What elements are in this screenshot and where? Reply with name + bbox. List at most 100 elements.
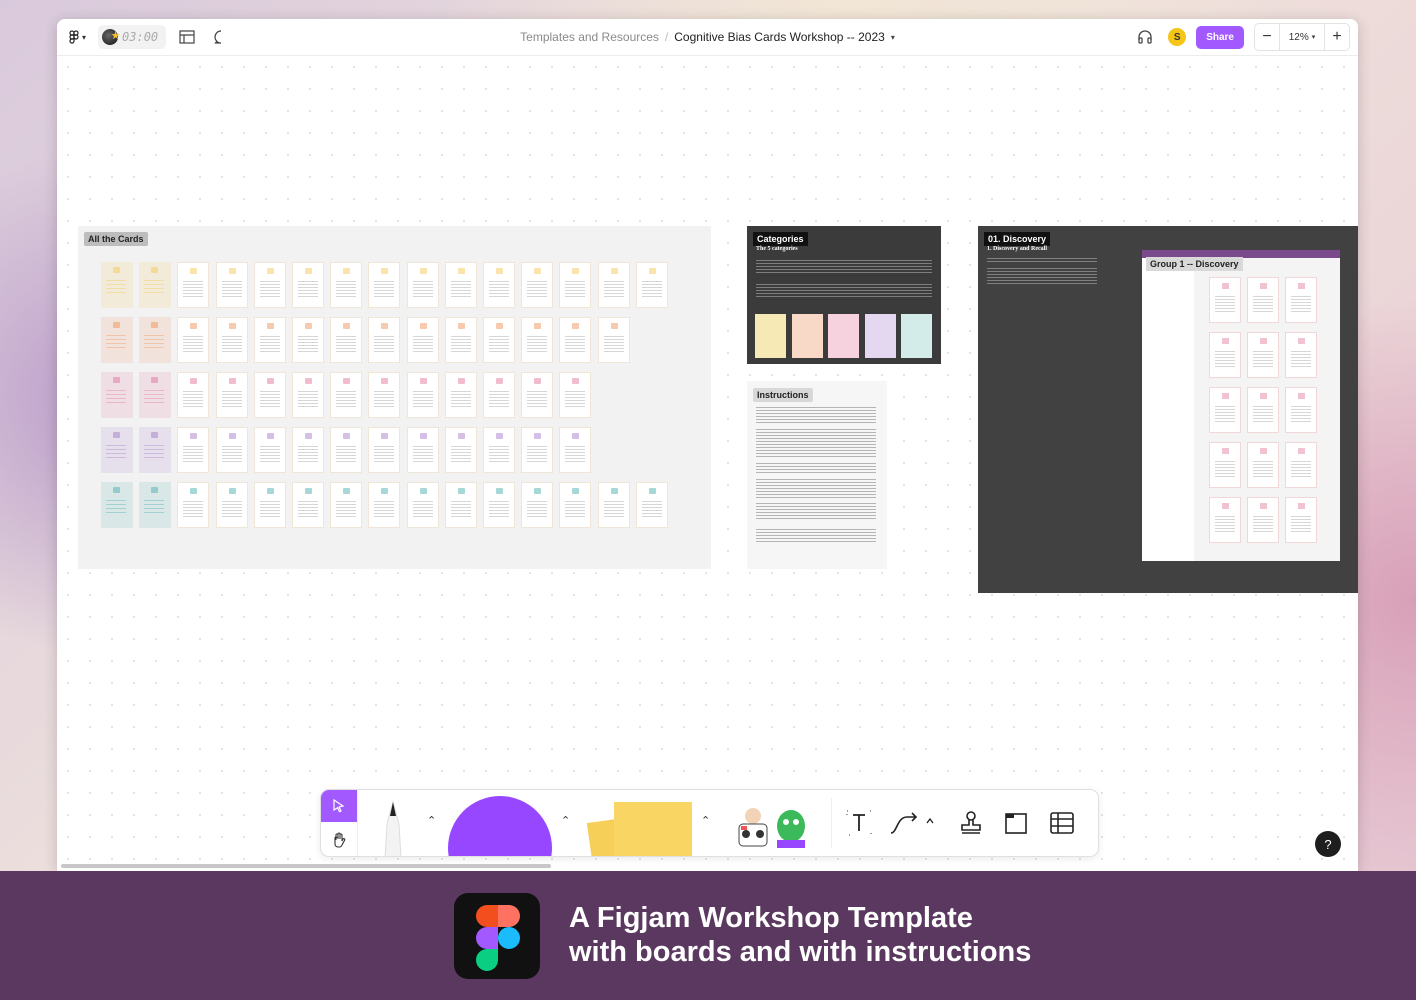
bias-card[interactable] [483,372,515,418]
breadcrumb-parent[interactable]: Templates and Resources [520,30,659,44]
group-board[interactable]: Group 1 -- Discovery [1142,250,1340,561]
bias-card[interactable] [177,482,210,528]
bias-card[interactable] [330,262,363,308]
bias-card[interactable] [521,262,554,308]
bias-card[interactable] [292,372,324,418]
discovery-card[interactable] [1209,277,1241,323]
headphones-icon[interactable] [1132,24,1158,50]
horizontal-scrollbar[interactable] [61,864,551,868]
bias-card[interactable] [559,317,592,363]
select-tool[interactable] [321,790,357,822]
canvas[interactable]: All the Cards Categories The 5 categorie… [57,56,1358,871]
bias-card[interactable] [368,427,401,473]
bias-card[interactable] [483,262,515,308]
bias-card[interactable] [330,427,363,473]
bias-card[interactable] [368,262,401,308]
zoom-out-button[interactable]: − [1255,24,1279,50]
help-button[interactable]: ? [1315,831,1341,857]
bias-card[interactable] [215,482,248,528]
discovery-card[interactable] [1285,332,1317,378]
bias-card[interactable] [483,317,515,363]
text-tool[interactable] [843,807,875,839]
bias-card[interactable] [406,317,439,363]
category-card[interactable] [901,314,932,358]
category-card[interactable] [101,262,133,308]
table-tool[interactable] [1046,807,1078,839]
bias-card[interactable] [444,317,477,363]
bias-card[interactable] [483,482,515,528]
bias-card[interactable] [253,372,286,418]
bias-card[interactable] [597,317,630,363]
bias-card[interactable] [559,427,592,473]
hand-tool[interactable] [321,823,357,856]
bias-card[interactable] [368,482,401,528]
bias-card[interactable] [253,482,286,528]
bias-card[interactable] [253,262,286,308]
bias-card[interactable] [292,427,324,473]
bias-card[interactable] [292,482,324,528]
connector-tool[interactable] [887,807,941,839]
category-card[interactable] [864,314,896,358]
bias-card[interactable] [444,372,477,418]
bias-card[interactable] [215,427,248,473]
category-card[interactable] [791,314,823,358]
main-menu-button[interactable]: ▾ [65,26,90,48]
bias-card[interactable] [177,427,210,473]
discovery-card[interactable] [1285,497,1317,543]
bias-card[interactable] [177,262,210,308]
discovery-card[interactable] [1247,442,1279,488]
bias-card[interactable] [406,427,439,473]
chevron-up-icon[interactable]: ⌃ [561,814,570,827]
bias-card[interactable] [444,262,477,308]
section-label[interactable]: Categories [753,232,808,246]
bias-card[interactable] [292,317,324,363]
group-label[interactable]: Group 1 -- Discovery [1146,257,1243,271]
layout-icon[interactable] [174,24,200,50]
category-card[interactable] [139,262,172,308]
bias-card[interactable] [368,317,401,363]
section-discovery[interactable]: 01. Discovery 1. Discovery and Recall Gr… [978,226,1358,593]
bias-card[interactable] [215,372,248,418]
bias-card[interactable] [597,262,630,308]
file-name[interactable]: Cognitive Bias Cards Workshop -- 2023 [674,30,885,44]
zoom-in-button[interactable]: + [1325,24,1349,50]
bias-card[interactable] [406,372,439,418]
stickers-tool[interactable] [733,802,813,856]
bias-card[interactable] [444,482,477,528]
zoom-level-dropdown[interactable]: 12% ▾ [1279,24,1325,50]
bias-card[interactable] [177,317,210,363]
section-label[interactable]: All the Cards [84,232,148,246]
discovery-card[interactable] [1209,497,1241,543]
discovery-card[interactable] [1247,387,1279,433]
stamp-tool[interactable] [955,807,987,839]
bias-card[interactable] [253,427,286,473]
category-card[interactable] [755,314,786,358]
category-card[interactable] [101,427,133,473]
discovery-card[interactable] [1247,497,1279,543]
comment-icon[interactable] [208,24,234,50]
pen-tool[interactable] [373,798,413,856]
discovery-card[interactable] [1285,387,1317,433]
chevron-up-icon[interactable]: ⌃ [701,814,710,827]
sticky-note-tool[interactable] [574,800,694,856]
chevron-up-icon[interactable]: ⌃ [427,814,436,827]
bias-card[interactable] [559,262,592,308]
category-card[interactable] [139,372,172,418]
discovery-card[interactable] [1247,277,1279,323]
bias-card[interactable] [635,482,668,528]
bias-card[interactable] [406,262,439,308]
bias-card[interactable] [483,427,515,473]
bias-card[interactable] [597,482,630,528]
discovery-card[interactable] [1247,332,1279,378]
bias-card[interactable] [559,372,592,418]
discovery-card[interactable] [1209,387,1241,433]
section-all-cards[interactable]: All the Cards [78,226,711,569]
bias-card[interactable] [253,317,286,363]
bias-card[interactable] [330,482,363,528]
bias-card[interactable] [215,317,248,363]
bias-card[interactable] [292,262,324,308]
timer[interactable]: 03:00 [98,25,167,49]
bias-card[interactable] [559,482,592,528]
bias-card[interactable] [215,262,248,308]
bias-card[interactable] [635,262,668,308]
